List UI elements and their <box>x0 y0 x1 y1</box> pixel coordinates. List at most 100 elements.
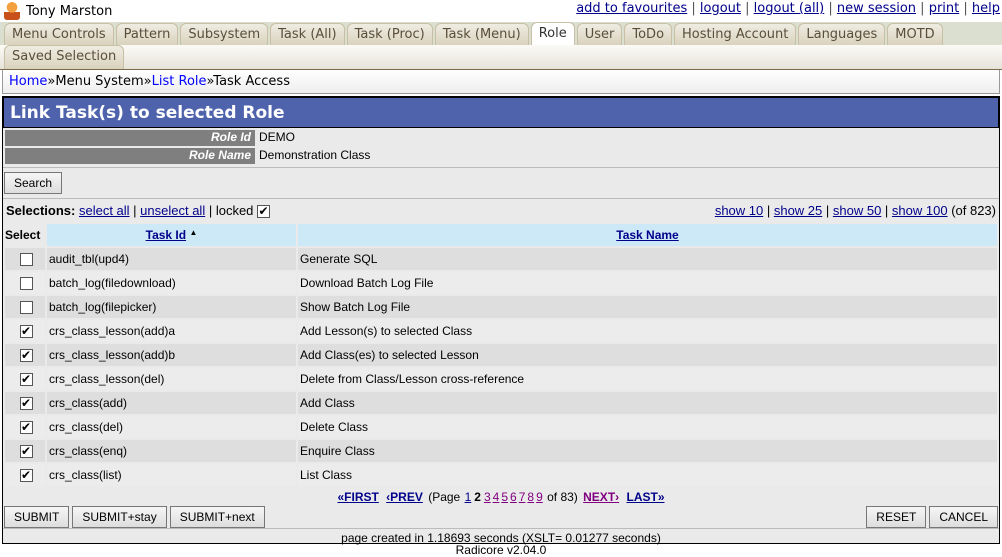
locked-label: locked <box>215 202 254 218</box>
row-checkbox[interactable] <box>19 301 33 315</box>
page-link[interactable]: 4 <box>493 490 500 504</box>
show-50-link[interactable]: show 50 <box>833 203 881 218</box>
page-link[interactable]: 1 <box>465 490 472 504</box>
breadcrumb: Home»Menu System»List Role»Task Access <box>2 70 1000 94</box>
tab-saved-selection[interactable]: Saved Selection <box>4 45 125 69</box>
last-page-link[interactable]: LAST» <box>626 490 664 504</box>
page-link[interactable]: 9 <box>536 490 543 504</box>
breadcrumb-current: Task Access <box>213 74 290 89</box>
select-header: Select <box>5 224 45 246</box>
page-link[interactable]: 6 <box>510 490 517 504</box>
task-name-sort-link[interactable]: Task Name <box>616 228 678 242</box>
top-link-logout-all-[interactable]: logout (all) <box>754 1 825 16</box>
row-checkbox[interactable] <box>19 253 33 267</box>
submit-button[interactable]: SUBMIT <box>4 506 70 528</box>
next-page-link[interactable]: NEXT› <box>583 490 619 504</box>
select-cell <box>5 248 45 270</box>
tab-task-all-[interactable]: Task (All) <box>270 23 345 45</box>
page-link[interactable]: 8 <box>527 490 534 504</box>
tab-todo[interactable]: ToDo <box>624 23 673 45</box>
top-link-help[interactable]: help <box>972 1 1000 16</box>
task-id-cell: crs_class(del) <box>47 416 296 438</box>
table-row: ✔ crs_class_lesson(add)a Add Lesson(s) to … <box>5 320 997 342</box>
task-table: Select Task Id ▲ Task Name audit_tbl(upd… <box>3 222 999 488</box>
breadcrumb-list-role[interactable]: List Role <box>152 74 207 89</box>
cancel-button[interactable]: CANCEL <box>929 506 998 528</box>
total-count: (of 823) <box>951 203 996 218</box>
table-row: ✔ crs_class(del) Delete Class <box>5 416 997 438</box>
user-info: Tony Marston <box>4 2 112 20</box>
select-cell: ✔ <box>5 368 45 390</box>
search-button[interactable]: Search <box>4 172 63 194</box>
show-25-link[interactable]: show 25 <box>774 203 822 218</box>
role-id-value: DEMO <box>259 130 295 144</box>
select-all-link[interactable]: select all <box>79 203 130 218</box>
select-cell <box>5 296 45 318</box>
main-panel: Link Task(s) to selected Role Role Id DEM… <box>2 96 1000 545</box>
prev-page-link[interactable]: ‹PREV <box>386 490 423 504</box>
show-10-link[interactable]: show 10 <box>715 203 763 218</box>
tab-user[interactable]: User <box>576 23 623 45</box>
select-cell: ✔ <box>5 392 45 414</box>
table-row: batch_log(filedownload) Download Batch Lo… <box>5 272 997 294</box>
task-id-sort-link[interactable]: Task Id <box>146 228 186 242</box>
role-name-value: Demonstration Class <box>259 148 371 162</box>
breadcrumb-menu-system: Menu System <box>55 74 144 89</box>
top-link-logout[interactable]: logout <box>700 1 741 16</box>
select-cell: ✔ <box>5 416 45 438</box>
sort-asc-icon: ▲ <box>189 228 198 237</box>
tab-task-proc-[interactable]: Task (Proc) <box>346 23 433 45</box>
tab-hosting-account[interactable]: Hosting Account <box>674 23 797 45</box>
page-link[interactable]: 5 <box>501 490 508 504</box>
row-checkbox[interactable]: ✔ <box>19 469 33 483</box>
locked-checkbox[interactable]: ✔ <box>257 205 271 219</box>
version: Radicore v2.04.0 <box>455 543 547 557</box>
main-tabs: Menu Controls Pattern Subsystem Task (All) T… <box>0 22 1002 45</box>
tab-languages[interactable]: Languages <box>798 23 886 45</box>
header: Tony Marston add to favourites | logout … <box>0 0 1002 22</box>
user-name: Tony Marston <box>26 3 113 19</box>
first-page-link[interactable]: «FIRST <box>337 490 378 504</box>
task-id-cell: crs_class_lesson(add)b <box>47 344 296 366</box>
table-row: ✔ crs_class(list) List Class <box>5 464 997 486</box>
top-link-add-to-favourites[interactable]: add to favourites <box>576 1 687 16</box>
top-link-print[interactable]: print <box>929 1 960 16</box>
selections-label: Selections: <box>6 202 76 218</box>
tab-pattern[interactable]: Pattern <box>115 23 179 45</box>
row-checkbox[interactable]: ✔ <box>19 349 33 363</box>
row-checkbox[interactable]: ✔ <box>19 397 33 411</box>
task-id-cell: crs_class_lesson(del) <box>47 368 296 390</box>
top-link-new-session[interactable]: new session <box>837 1 916 16</box>
row-checkbox[interactable] <box>19 277 33 291</box>
row-checkbox[interactable]: ✔ <box>19 421 33 435</box>
show-100-link[interactable]: show 100 <box>892 203 948 218</box>
row-checkbox[interactable]: ✔ <box>19 325 33 339</box>
row-checkbox[interactable]: ✔ <box>19 373 33 387</box>
submit-next-button[interactable]: SUBMIT+next <box>169 506 265 528</box>
task-name-cell: List Class <box>298 464 997 486</box>
unselect-all-link[interactable]: unselect all <box>140 203 205 218</box>
tab-subsystem[interactable]: Subsystem <box>180 23 269 45</box>
tab-role[interactable]: Role <box>530 22 575 45</box>
page-link[interactable]: 3 <box>484 490 491 504</box>
tab-task-menu-[interactable]: Task (Menu) <box>434 23 529 45</box>
tab-motd[interactable]: MOTD <box>887 23 943 45</box>
task-id-cell: audit_tbl(upd4) <box>47 248 296 270</box>
task-id-cell: crs_class(enq) <box>47 440 296 462</box>
task-name-cell: Delete from Class/Lesson cross-reference <box>298 368 997 390</box>
breadcrumb-home[interactable]: Home <box>9 74 47 89</box>
task-name-cell: Download Batch Log File <box>298 272 997 294</box>
select-cell: ✔ <box>5 320 45 342</box>
tab-menu-controls[interactable]: Menu Controls <box>4 23 114 45</box>
page-link[interactable]: 7 <box>519 490 526 504</box>
task-name-cell: Enquire Class <box>298 440 997 462</box>
pagination: «FIRST ‹PREV (Page 123456789 of 83) NEXT… <box>3 488 999 506</box>
row-checkbox[interactable]: ✔ <box>19 445 33 459</box>
page-title: Link Task(s) to selected Role <box>3 97 999 128</box>
task-name-cell: Add Lesson(s) to selected Class <box>298 320 997 342</box>
submit-stay-button[interactable]: SUBMIT+stay <box>72 506 167 528</box>
sep: » <box>143 74 152 89</box>
reset-button[interactable]: RESET <box>866 506 927 528</box>
table-row: audit_tbl(upd4) Generate SQL <box>5 248 997 270</box>
role-name-row: Role Name Demonstration Class <box>3 148 999 164</box>
